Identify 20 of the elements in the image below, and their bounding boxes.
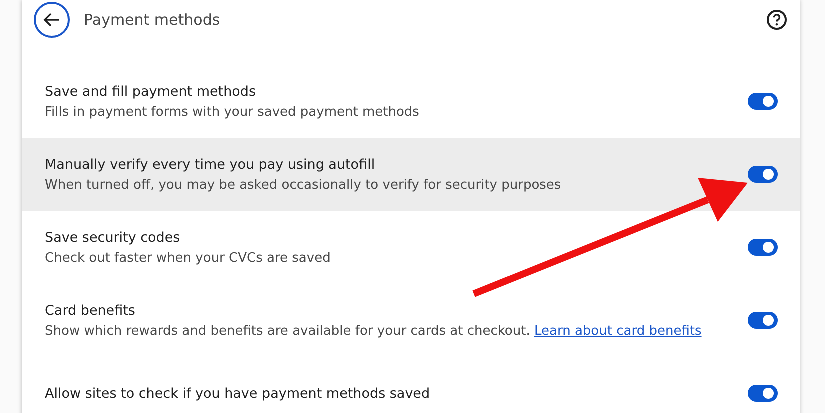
setting-title: Save security codes <box>45 230 182 246</box>
help-button[interactable] <box>766 8 788 30</box>
help-icon <box>766 8 788 30</box>
setting-title: Allow sites to check if you have payment methods saved <box>45 386 432 402</box>
learn-more-link[interactable]: Learn about card benefits <box>534 324 702 338</box>
back-button[interactable] <box>34 2 70 38</box>
toggle-switch[interactable] <box>748 93 778 110</box>
toggle-switch[interactable] <box>748 385 778 402</box>
back-arrow-icon <box>43 10 61 28</box>
setting-title: Save and fill payment methods <box>45 84 258 100</box>
setting-title: Card benefits <box>45 302 136 318</box>
setting-description: Fills in payment forms with your saved payment methods <box>45 104 420 120</box>
setting-description: When turned off, you may be asked occasionally to verify for security purposes <box>45 178 562 192</box>
setting-title: Manually verify every time you pay using autofill <box>45 156 376 172</box>
toggle-switch[interactable] <box>748 166 778 183</box>
toggle-switch[interactable] <box>748 239 778 256</box>
setting-description: Show which rewards and benefits are available for your cards at checkout. Learn about card benefits <box>45 324 703 338</box>
setting-description: Check out faster when your CVCs are saved <box>45 250 332 266</box>
toggle-switch[interactable] <box>748 312 778 329</box>
page-title: Payment methods <box>84 10 222 28</box>
